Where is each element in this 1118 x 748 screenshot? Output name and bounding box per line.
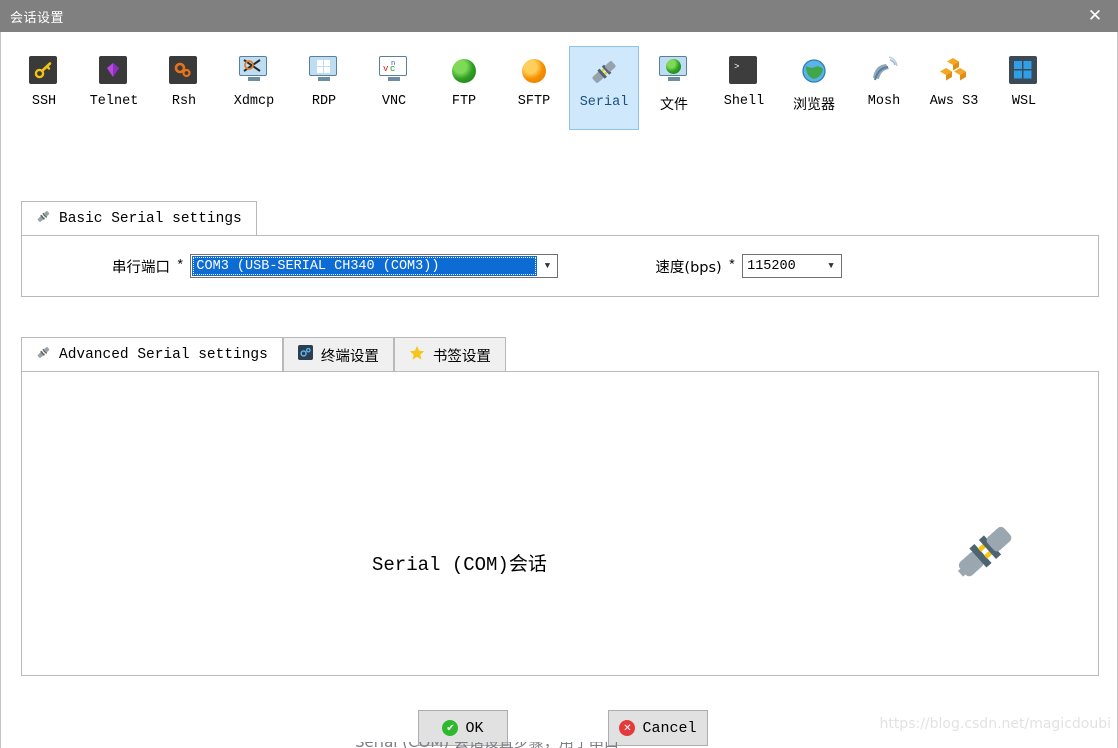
session-type-browser[interactable]: 浏览器 [779,46,849,130]
star-icon [409,345,425,366]
serial-port-label: 串行端口 [112,259,170,276]
speed-value: 115200 [747,258,796,274]
advanced-settings-group: Advanced Serial settings 终端设置 书签设置 Seria… [21,336,1099,676]
close-window-button[interactable]: ✕ [1072,0,1118,32]
basic-serial-settings-group: Basic Serial settings 串行端口 * COM3 (USB-S… [21,200,1099,297]
session-type-label: Aws S3 [929,94,979,109]
check-circle-icon: ✔ [442,720,459,736]
session-type-aws-s3[interactable]: Aws S3 [919,46,989,130]
tab-advanced-serial-settings[interactable]: Advanced Serial settings [21,337,283,372]
gem-icon [99,56,129,86]
session-type-label: Mosh [867,94,901,109]
tab-basic-serial-settings[interactable]: Basic Serial settings [21,201,257,236]
tab-label: 终端设置 [320,348,379,365]
advanced-tabstrip: Advanced Serial settings 终端设置 书签设置 [21,336,1099,372]
tab-label: Advanced Serial settings [59,347,268,363]
plug-icon [589,57,619,87]
session-type-label: Telnet [89,94,139,109]
ok-button-label: OK [465,719,484,737]
session-type-label: SSH [31,94,57,109]
close-icon: ✕ [1087,6,1103,26]
session-type-toolbar: SSH Telnet Rsh Xdmcp RDP v c n VNC FTP S… [9,46,1109,136]
monitor-vnc-icon: vcn [379,56,409,86]
session-type-label: VNC [381,94,407,109]
speed-required-mark: * [727,258,737,274]
monitor-globe-icon [659,56,689,86]
session-type-rsh[interactable]: Rsh [149,46,219,130]
speed-label: 速度(bps) [655,259,722,276]
serial-port-value: COM3 (USB-SERIAL CH340 (COM3)) [192,256,538,276]
session-type-label: RDP [311,94,337,109]
aws-cubes-icon [939,56,969,86]
cancel-button[interactable]: ✕ Cancel [608,710,708,746]
basic-serial-panel: 串行端口 * COM3 (USB-SERIAL CH340 (COM3)) ▼ … [21,235,1099,297]
monitor-windows-icon [309,56,339,86]
plug-large-icon [952,520,1016,584]
globe-browser-icon [799,56,829,86]
session-type-ssh[interactable]: SSH [9,46,79,130]
tab-label: 书签设置 [432,348,491,365]
svg-text:>: > [734,62,739,72]
plug-icon [36,345,51,365]
session-type-label: Xdmcp [233,94,275,109]
tab-label: Basic Serial settings [59,211,242,227]
window-titlebar: 会话设置 ✕ [0,0,1118,32]
session-type-label: FTP [451,94,477,109]
session-type-mosh[interactable]: Mosh [849,46,919,130]
session-type-label: SFTP [517,94,551,109]
session-type-file[interactable]: 文件 [639,46,709,130]
speed-select[interactable]: 115200 ▼ [742,254,843,278]
chevron-down-icon[interactable]: ▼ [537,255,557,277]
cancel-button-label: Cancel [642,719,697,737]
session-type-vnc[interactable]: vcn VNC [359,46,429,130]
globe-green-icon [449,56,479,86]
plug-icon [36,209,51,229]
session-type-label: Rsh [171,94,197,109]
bottom-cutoff-text: Serial (COM) 会话设置步骤，用于串口 [0,742,1118,748]
chevron-down-icon[interactable]: ▼ [821,255,841,277]
session-type-serial[interactable]: Serial [569,46,639,130]
tab-bookmark-settings[interactable]: 书签设置 [393,337,506,372]
session-type-rdp[interactable]: RDP [289,46,359,130]
terminal-settings-icon [297,345,313,365]
serial-port-select[interactable]: COM3 (USB-SERIAL CH340 (COM3)) ▼ [190,254,559,278]
terminal-icon: > [729,56,759,86]
session-type-ftp[interactable]: FTP [429,46,499,130]
satellite-icon [869,56,899,86]
basic-tabstrip: Basic Serial settings [21,200,1099,236]
session-type-label: Serial [579,95,629,110]
dialog-body: SSH Telnet Rsh Xdmcp RDP v c n VNC FTP S… [0,32,1118,748]
x-circle-icon: ✕ [619,720,636,736]
tab-terminal-settings[interactable]: 终端设置 [282,337,394,372]
svg-text:v: v [383,64,389,74]
monitor-x-icon [239,56,269,86]
session-type-label: 文件 [660,97,688,113]
panel-placeholder-text: Serial (COM)会话 [372,554,547,576]
serial-port-required-mark: * [176,258,185,274]
session-type-wsl[interactable]: WSL [989,46,1059,130]
session-type-sftp[interactable]: SFTP [499,46,569,130]
session-type-label: WSL [1011,94,1037,109]
advanced-serial-panel: Serial (COM)会话 [21,371,1099,676]
session-type-telnet[interactable]: Telnet [79,46,149,130]
windows-icon [1009,56,1039,86]
session-type-shell[interactable]: > Shell [709,46,779,130]
globe-orange-icon [519,56,549,86]
ok-button[interactable]: ✔ OK [418,710,508,746]
window-title: 会话设置 [10,10,65,26]
session-type-label: Shell [723,94,765,109]
svg-text:n: n [391,60,395,68]
watermark-text: https://blog.csdn.net/magicdoubi [879,716,1111,732]
session-type-label: 浏览器 [793,97,835,113]
session-type-xdmcp[interactable]: Xdmcp [219,46,289,130]
gears-icon [169,56,199,86]
key-icon [29,56,59,86]
